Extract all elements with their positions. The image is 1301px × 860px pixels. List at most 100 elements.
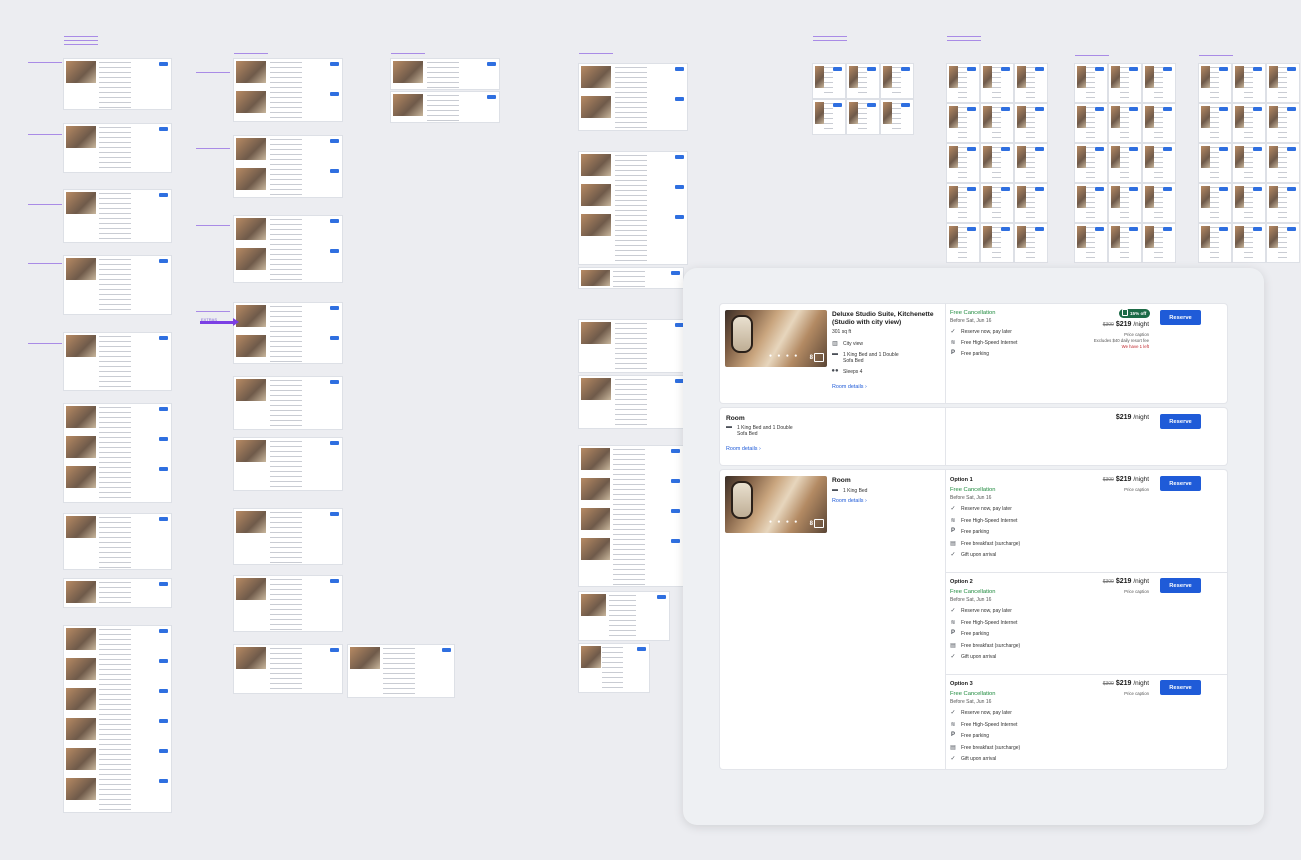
feature-sleeps: Sleeps 4 xyxy=(843,369,863,375)
artboard-thumbnail xyxy=(1075,184,1107,222)
artboard-thumbnail xyxy=(579,592,669,640)
carousel-dots[interactable]: ● ● ● ● xyxy=(769,353,799,359)
bed-icon: ▬ xyxy=(726,424,732,430)
artboard-thumbnail xyxy=(64,59,171,109)
artboard-thumbnail xyxy=(1233,104,1265,142)
artboard-thumbnail xyxy=(1199,64,1231,102)
gift-icon: ✓ xyxy=(950,552,956,558)
canvas-note xyxy=(947,40,981,41)
original-price: $300 xyxy=(1102,681,1114,687)
room-details-link[interactable]: Room details › xyxy=(726,446,761,452)
check-icon: ✓ xyxy=(950,608,956,614)
artboard-thumbnail xyxy=(234,136,342,197)
artboard-thumbnail xyxy=(1015,224,1047,262)
amenity: Free breakfast (surcharge) xyxy=(961,744,1021,751)
canvas-note xyxy=(64,40,98,41)
amenity: Free breakfast (surcharge) xyxy=(961,642,1021,649)
parking-icon: P xyxy=(950,732,955,738)
artboard-thumbnail xyxy=(348,645,454,697)
artboard-thumbnail xyxy=(881,100,913,134)
cancel-deadline: Before Sat, Jun 16 xyxy=(950,318,992,324)
artboard-thumbnail xyxy=(1233,64,1265,102)
canvas-note xyxy=(1075,55,1109,56)
photo-count: 8 xyxy=(809,521,813,527)
room-details-link[interactable]: Room details › xyxy=(832,384,867,390)
breakfast-icon: ▤ xyxy=(950,642,956,649)
canvas-note xyxy=(579,53,613,54)
canvas-note xyxy=(813,36,847,37)
price-caption: Price caption xyxy=(1124,487,1149,492)
cancel-deadline: Before Sat, Jun 16 xyxy=(950,699,992,705)
artboard-thumbnail xyxy=(1143,224,1175,262)
canvas-note xyxy=(1199,55,1233,56)
artboard-thumbnail xyxy=(579,376,687,428)
artboard-thumbnail xyxy=(1015,184,1047,222)
artboard-thumbnail xyxy=(947,224,979,262)
artboard-thumbnail xyxy=(1199,184,1231,222)
gallery-icon[interactable] xyxy=(814,519,824,528)
canvas-note xyxy=(196,225,230,226)
people-icon: ●● xyxy=(831,368,839,374)
artboard-thumbnail xyxy=(1267,104,1299,142)
canvas-note xyxy=(813,40,847,41)
room-photo[interactable]: ● ● ● ● 8 xyxy=(725,310,827,367)
reserve-button[interactable]: Reserve xyxy=(1160,578,1201,593)
room-beds: 1 King Bed xyxy=(843,488,868,494)
gift-icon: ✓ xyxy=(950,756,956,762)
bed-icon: ▬ xyxy=(832,487,838,493)
artboard-thumbnail xyxy=(391,59,499,89)
artboard-thumbnail xyxy=(234,645,342,693)
original-price: $300 xyxy=(1102,579,1114,585)
room-title: Room xyxy=(726,415,745,422)
amenity: Reserve now, pay later xyxy=(961,710,1012,716)
artboard-thumbnail xyxy=(881,64,913,98)
free-cancellation: Free Cancellation xyxy=(950,310,996,316)
room-list-panel: ● ● ● ● 8 Deluxe Studio Suite, Kitchenet… xyxy=(683,268,1264,825)
amenity: Reserve now, pay later xyxy=(961,506,1012,512)
amenity: Reserve now, pay later xyxy=(961,608,1012,614)
artboard-thumbnail xyxy=(1199,144,1231,182)
artboard-thumbnail xyxy=(947,104,979,142)
artboard-thumbnail xyxy=(981,104,1013,142)
artboard-thumbnail xyxy=(1075,64,1107,102)
free-cancellation: Free Cancellation xyxy=(950,691,996,697)
gallery-icon[interactable] xyxy=(814,353,824,362)
artboard-thumbnail xyxy=(981,64,1013,102)
artboard-thumbnail xyxy=(947,64,979,102)
canvas-note xyxy=(196,72,230,73)
original-price: $300 xyxy=(1102,477,1114,483)
wifi-icon: ≋ xyxy=(950,721,956,728)
reserve-button[interactable]: Reserve xyxy=(1160,476,1201,491)
building-icon: ▥ xyxy=(832,341,838,347)
artboard-thumbnail xyxy=(1075,104,1107,142)
price-caption: Price caption xyxy=(1124,589,1149,594)
carousel-dots[interactable]: ● ● ● ● xyxy=(769,519,799,525)
artboard-thumbnail xyxy=(1233,224,1265,262)
artboard-thumbnail xyxy=(1109,144,1141,182)
option-name: Option 1 xyxy=(950,477,973,483)
gift-icon: ✓ xyxy=(950,654,956,660)
artboard-thumbnail xyxy=(813,100,845,134)
artboard-thumbnail xyxy=(1267,64,1299,102)
room-card-options: ● ● ● ● 8 Room ▬ 1 King Bed Room details… xyxy=(720,470,1227,769)
room-card-deluxe-studio: ● ● ● ● 8 Deluxe Studio Suite, Kitchenet… xyxy=(720,304,1227,403)
room-title: Room xyxy=(832,477,851,484)
bed-icon: ▬ xyxy=(832,351,838,357)
artboard-thumbnail xyxy=(847,64,879,98)
canvas-note xyxy=(28,62,62,63)
amenity: Free breakfast (surcharge) xyxy=(961,540,1021,547)
amenity: Gift upon arrival xyxy=(961,654,997,660)
canvas-note xyxy=(234,53,268,54)
artboard-thumbnail xyxy=(1267,144,1299,182)
room-photo[interactable]: ● ● ● ● 8 xyxy=(725,476,827,533)
check-icon: ✓ xyxy=(950,506,956,512)
reserve-button[interactable]: Reserve xyxy=(1160,414,1201,429)
artboard-thumbnail xyxy=(234,509,342,564)
nightly-price: $300 $219 /night xyxy=(1102,578,1149,585)
reserve-button[interactable]: Reserve xyxy=(1160,680,1201,695)
artboard-thumbnail xyxy=(1015,104,1047,142)
room-details-link[interactable]: Room details › xyxy=(832,498,867,504)
artboard-thumbnail xyxy=(579,644,649,692)
reserve-button[interactable]: Reserve xyxy=(1160,310,1201,325)
nightly-price: $300 $219 /night xyxy=(1102,476,1149,483)
